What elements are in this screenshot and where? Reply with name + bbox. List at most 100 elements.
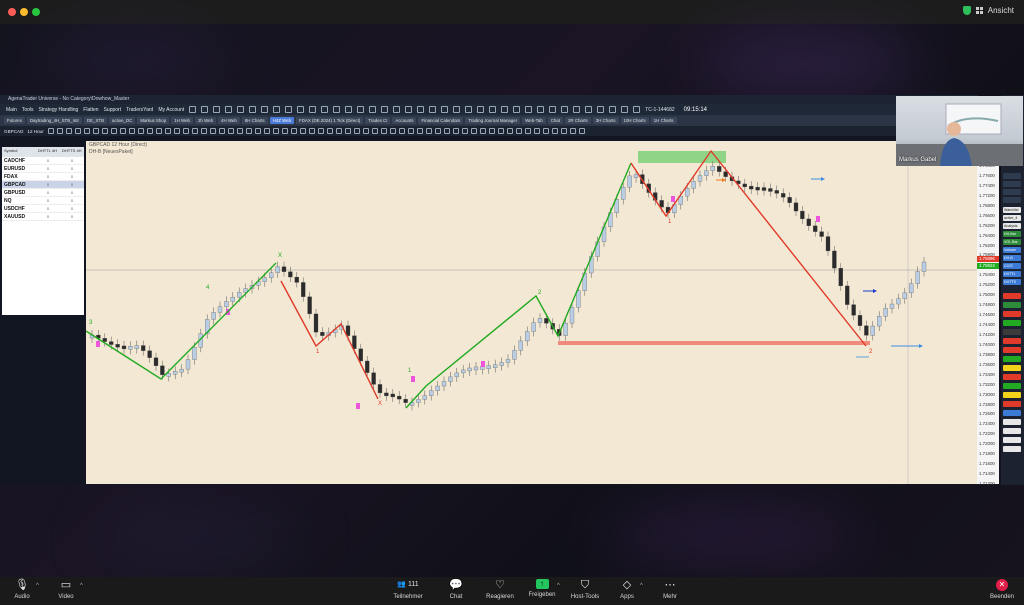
more-button[interactable]: ⋯ Mehr [648, 579, 692, 600]
chart-tool-icon[interactable] [272, 128, 279, 134]
side-panel-button[interactable]: DH-Bar [1003, 231, 1021, 237]
workspace-tab[interactable]: DE_XTB [83, 117, 108, 124]
side-panel-tool-button[interactable] [1003, 437, 1021, 443]
symbol-column-header[interactable]: DHTTL 4H [36, 147, 60, 157]
workspace-tab[interactable]: 4H Web [218, 117, 240, 124]
side-panel-tool-button[interactable] [1003, 173, 1021, 179]
toolbar-tool-icon[interactable] [489, 106, 497, 113]
toolbar-tool-icon[interactable] [477, 106, 485, 113]
chart-symbol-select[interactable]: GBPCAD [4, 129, 23, 134]
chart-tool-icon[interactable] [389, 128, 396, 134]
toolbar-tool-icon[interactable] [321, 106, 329, 113]
side-panel-button[interactable]: Watchlist [1003, 207, 1021, 213]
toolbar-tool-icon[interactable] [249, 106, 257, 113]
speaker-video[interactable]: Markus Gabel [896, 96, 1023, 166]
toolbar-tool-icon[interactable] [369, 106, 377, 113]
workspace-tab[interactable]: Trading Journal Manager [465, 117, 521, 124]
toolbar-tool-icon[interactable] [573, 106, 581, 113]
chart-tool-icon[interactable] [335, 128, 342, 134]
chart-tool-icon[interactable] [371, 128, 378, 134]
chart-tool-icon[interactable] [551, 128, 558, 134]
apps-options-chevron-icon[interactable]: ^ [640, 583, 643, 589]
toolbar-tool-icon[interactable] [609, 106, 617, 113]
menu-item-tools[interactable]: Tools [22, 107, 34, 113]
toolbar-tool-icon[interactable] [237, 106, 245, 113]
toolbar-tool-icon[interactable] [465, 106, 473, 113]
workspace-tab[interactable]: 3H Charts [592, 117, 619, 124]
workspace-tab[interactable]: 1H Web [171, 117, 193, 124]
chart-tool-icon[interactable] [47, 128, 54, 134]
symbol-column-header[interactable]: Symbol [2, 147, 36, 157]
chart-tool-icon[interactable] [434, 128, 441, 134]
chart-tool-icon[interactable] [344, 128, 351, 134]
chart-tool-icon[interactable] [515, 128, 522, 134]
chart-tool-icon[interactable] [92, 128, 99, 134]
host-tools-button[interactable]: ⛉ Host-Tools [563, 579, 607, 600]
symbol-row[interactable]: CADCHF 0 0 [2, 157, 84, 165]
toolbar-tool-icon[interactable] [429, 106, 437, 113]
close-window-button[interactable] [8, 8, 16, 16]
symbol-row[interactable]: GBPCAD 0 0 [2, 181, 84, 189]
toolbar-tool-icon[interactable] [345, 106, 353, 113]
chart-tool-icon[interactable] [425, 128, 432, 134]
chart-tool-icon[interactable] [416, 128, 423, 134]
symbol-row[interactable]: EURUSD 0 0 [2, 165, 84, 173]
chart-tool-icon[interactable] [353, 128, 360, 134]
side-panel-button[interactable]: VOL Bar [1003, 239, 1021, 245]
toolbar-tool-icon[interactable] [537, 106, 545, 113]
side-panel-tool-button[interactable] [1003, 329, 1021, 335]
chart-tool-icon[interactable] [317, 128, 324, 134]
symbol-row[interactable]: XAUUSD 0 0 [2, 213, 84, 221]
chart-tool-icon[interactable] [488, 128, 495, 134]
chart-tool-icon[interactable] [470, 128, 477, 134]
side-panel-tool-button[interactable] [1003, 311, 1021, 317]
toolbar-tool-icon[interactable] [453, 106, 461, 113]
participants-button[interactable]: 👥 111 Teilnehmer [386, 579, 430, 600]
toolbar-tool-icon[interactable] [633, 106, 641, 113]
chart-tool-icon[interactable] [218, 128, 225, 134]
chart-tool-icon[interactable] [326, 128, 333, 134]
workspace-tab[interactable]: Daytrading_4H_STB_Intr [26, 117, 82, 124]
chart-tool-icon[interactable] [506, 128, 513, 134]
chart-tool-icon[interactable] [479, 128, 486, 134]
toolbar-tool-icon[interactable] [357, 106, 365, 113]
leave-meeting-button[interactable]: ✕ Beenden [980, 579, 1024, 600]
side-panel-tool-button[interactable] [1003, 401, 1021, 407]
toolbar-tool-icon[interactable] [333, 106, 341, 113]
price-axis[interactable]: 1.780001.776001.774001.772001.768001.766… [977, 141, 999, 486]
toolbar-tool-icon[interactable] [309, 106, 317, 113]
chart-tool-icon[interactable] [461, 128, 468, 134]
chart-tool-icon[interactable] [560, 128, 567, 134]
workspace-tab[interactable]: Web-Tab [522, 117, 546, 124]
chart-timeframe-select[interactable]: 12 Hour [27, 129, 43, 134]
workspace-tab[interactable]: 1H Charts [650, 117, 677, 124]
side-panel-tool-button[interactable] [1003, 293, 1021, 299]
chart-tool-icon[interactable] [83, 128, 90, 134]
toolbar-tool-icon[interactable] [417, 106, 425, 113]
chart-tool-icon[interactable] [110, 128, 117, 134]
share-options-chevron-icon[interactable]: ^ [557, 583, 560, 589]
toolbar-tool-icon[interactable] [261, 106, 269, 113]
chart-tool-icon[interactable] [497, 128, 504, 134]
toolbar-tool-icon[interactable] [285, 106, 293, 113]
side-panel-tool-button[interactable] [1003, 338, 1021, 344]
side-panel-tool-button[interactable] [1003, 320, 1021, 326]
workspace-tab[interactable]: Trades CI [365, 117, 391, 124]
chart-tool-icon[interactable] [254, 128, 261, 134]
menu-item-my-account[interactable]: My Account [158, 107, 184, 113]
chart-tool-icon[interactable] [533, 128, 540, 134]
menu-item-support[interactable]: Support [104, 107, 122, 113]
symbol-row[interactable]: FDAX 0 0 [2, 173, 84, 181]
toolbar-tool-icon[interactable] [597, 106, 605, 113]
toolbar-tool-icon[interactable] [189, 106, 197, 113]
workspace-tab[interactable]: H4Z Web [269, 117, 295, 124]
toolbar-tool-icon[interactable] [621, 106, 629, 113]
toolbar-tool-icon[interactable] [201, 106, 209, 113]
symbol-row[interactable]: USDCHF 0 0 [2, 205, 84, 213]
chart-tool-icon[interactable] [146, 128, 153, 134]
chart-tool-icon[interactable] [362, 128, 369, 134]
side-panel-tool-button[interactable] [1003, 197, 1021, 203]
toolbar-tool-icon[interactable] [513, 106, 521, 113]
chart-tool-icon[interactable] [299, 128, 306, 134]
chart-tool-icon[interactable] [308, 128, 315, 134]
